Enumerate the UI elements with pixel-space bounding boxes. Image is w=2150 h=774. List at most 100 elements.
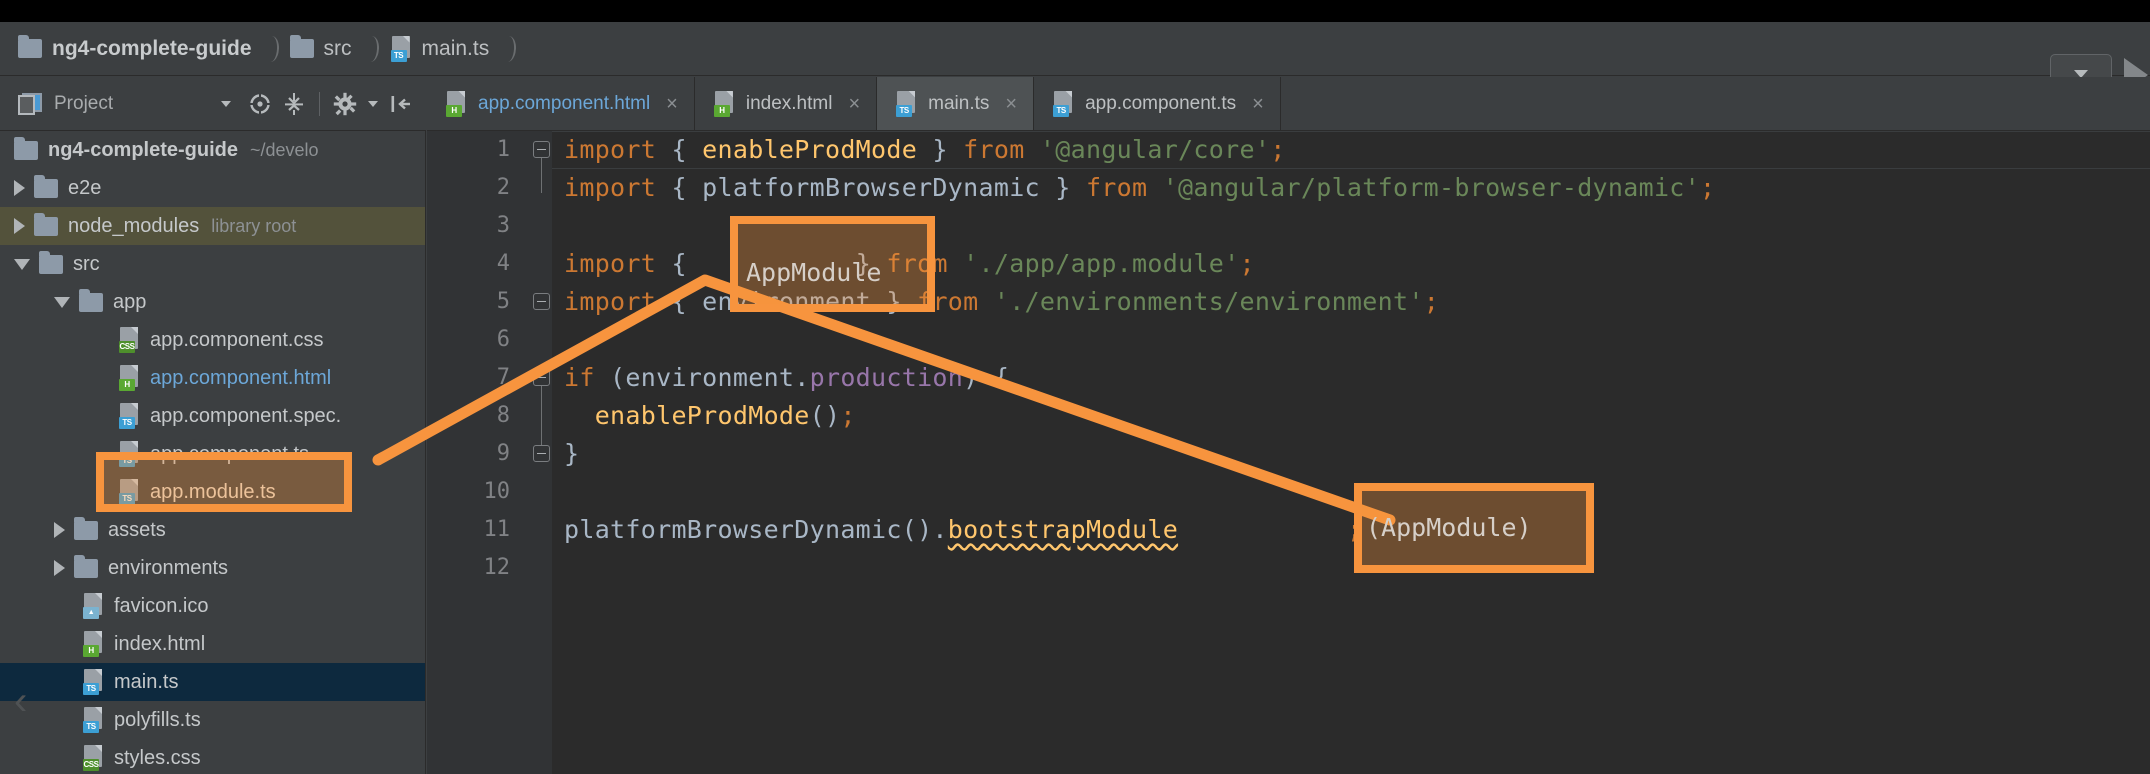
fold-toggle-icon[interactable] <box>533 141 550 158</box>
settings-button[interactable] <box>328 87 362 121</box>
file-badge: CSS <box>119 341 135 353</box>
file-badge: H <box>83 645 99 657</box>
file-badge: TS <box>83 721 99 733</box>
tree-item-label: app <box>113 290 147 313</box>
tree-item-label: favicon.ico <box>114 594 209 617</box>
tree-row-src[interactable]: src <box>0 245 425 283</box>
tree-row-node-modules[interactable]: node_modules library root <box>0 207 425 245</box>
file-badge: ▲ <box>83 607 99 619</box>
file-badge: H <box>713 104 730 117</box>
code-line: enableProdMode(); <box>594 401 856 430</box>
fold-toggle-icon[interactable] <box>533 369 550 386</box>
tree-item-label: index.html <box>114 632 206 655</box>
tree-item-label: polyfills.ts <box>114 708 201 731</box>
tab-index-html[interactable]: H index.html × <box>694 77 878 130</box>
tree-row-environments[interactable]: environments <box>0 549 425 587</box>
line-number: 12 <box>483 555 511 580</box>
chevron-right-icon[interactable] <box>14 180 25 196</box>
tree-row-app-component-ts[interactable]: TS app.component.ts <box>0 435 425 473</box>
chevron-down-icon[interactable] <box>54 296 70 308</box>
tree-row-app[interactable]: app <box>0 283 425 321</box>
tree-item-label: styles.css <box>114 746 201 769</box>
file-badge: TS <box>119 417 135 429</box>
tab-app-component-html[interactable]: H app.component.html × <box>427 77 695 130</box>
line-number: 2 <box>496 175 510 200</box>
html-file-icon: H <box>445 90 467 117</box>
file-badge: TS <box>119 493 135 505</box>
file-badge: TS <box>896 104 913 117</box>
chevron-left-icon: ‹ <box>14 679 28 723</box>
fold-toggle-icon[interactable] <box>533 293 550 310</box>
tree-row-favicon[interactable]: ▲ favicon.ico <box>0 587 425 625</box>
typescript-file-icon: TS <box>118 479 140 505</box>
folder-icon <box>74 516 98 540</box>
file-badge: TS <box>119 455 135 467</box>
folder-icon <box>34 174 58 198</box>
code-line: if (environment.production) { <box>564 363 1010 392</box>
tree-row-polyfills-ts[interactable]: TS polyfills.ts <box>0 701 425 739</box>
folder-icon <box>79 288 103 312</box>
breadcrumb-item-project[interactable]: ng4-complete-guide <box>16 22 254 75</box>
hide-panel-icon <box>391 95 411 112</box>
typescript-file-icon: TS <box>390 35 412 62</box>
code-folding-strip[interactable] <box>531 131 552 774</box>
tree-row-app-module-ts[interactable]: TS app.module.ts <box>0 473 425 511</box>
code-editor[interactable]: 1 2 3 4 5 6 7 8 9 10 11 12 import {enab… <box>427 131 2150 774</box>
tree-item-label: node_modules <box>68 214 200 237</box>
tree-row-app-component-css[interactable]: CSS app.component.css <box>0 321 425 359</box>
chevron-down-icon <box>368 100 379 107</box>
toolbar-divider <box>319 91 321 116</box>
tab-app-component-ts[interactable]: TS app.component.ts × <box>1034 77 1281 130</box>
tree-row-e2e[interactable]: e2e <box>0 169 425 207</box>
line-number: 8 <box>496 403 510 428</box>
collapse-all-button[interactable] <box>277 87 311 121</box>
close-icon[interactable]: × <box>1005 94 1017 114</box>
chevron-right-icon[interactable] <box>54 522 65 538</box>
typescript-file-icon: TS <box>895 90 917 117</box>
tree-row-index-html[interactable]: H index.html <box>0 625 425 663</box>
tree-row-assets[interactable]: assets <box>0 511 425 549</box>
line-number: 3 <box>496 213 510 238</box>
typescript-file-icon: TS <box>82 707 104 733</box>
breadcrumb-separator-icon <box>360 34 382 64</box>
project-file-tree[interactable]: ng4-complete-guide ~/develo e2e node_mod… <box>0 131 426 774</box>
close-icon[interactable]: × <box>666 94 678 114</box>
code-line: import { platformBrowserDynamic } from '… <box>564 173 1716 202</box>
typescript-file-icon: TS <box>1052 90 1074 117</box>
tab-main-ts[interactable]: TS main.ts × <box>877 77 1035 130</box>
chevron-right-icon[interactable] <box>14 218 25 234</box>
tree-row-app-component-html[interactable]: H app.component.html <box>0 359 425 397</box>
folder-icon <box>289 35 314 58</box>
folder-icon <box>18 35 42 58</box>
project-view-icon <box>18 92 42 115</box>
tree-item-label: environments <box>108 556 229 579</box>
breadcrumb-label: ng4-complete-guide <box>52 36 252 60</box>
code-content[interactable]: import { enableProdMode } from '@angular… <box>552 131 2150 774</box>
locate-target-icon <box>248 92 272 115</box>
breadcrumb-item-file[interactable]: TS main.ts <box>388 22 492 75</box>
breadcrumb-item-src[interactable]: src <box>288 22 354 75</box>
line-number: 1 <box>496 137 510 162</box>
editor-tab-bar: H app.component.html × H index.html × TS… <box>427 77 2150 131</box>
breadcrumb-separator-icon <box>260 34 282 64</box>
chevron-right-icon[interactable] <box>54 560 65 576</box>
tree-row-app-component-spec[interactable]: TS app.component.spec. <box>0 397 425 435</box>
chevron-down-icon[interactable] <box>14 258 30 270</box>
hide-panel-button[interactable] <box>384 87 418 121</box>
locate-file-button[interactable] <box>243 87 277 121</box>
close-icon[interactable]: × <box>1252 94 1264 114</box>
line-number: 6 <box>496 327 510 352</box>
tree-item-label: e2e <box>68 176 102 199</box>
tree-row-root[interactable]: ng4-complete-guide ~/develo <box>0 131 425 169</box>
close-icon[interactable]: × <box>848 94 860 114</box>
project-view-dropdown[interactable] <box>209 87 243 121</box>
tree-row-styles-css[interactable]: CSS styles.css <box>0 739 425 774</box>
editor-gutter[interactable]: 1 2 3 4 5 6 7 8 9 10 11 12 <box>427 131 552 774</box>
html-file-icon: H <box>713 90 735 117</box>
code-line: import { AppModule } from './app/app.mod… <box>564 249 1255 278</box>
tree-item-label: src <box>73 252 100 275</box>
settings-dropdown[interactable] <box>362 87 384 121</box>
fold-toggle-icon[interactable] <box>533 445 550 462</box>
tree-row-main-ts[interactable]: TS main.ts <box>0 663 425 701</box>
typescript-file-icon: TS <box>118 441 140 467</box>
